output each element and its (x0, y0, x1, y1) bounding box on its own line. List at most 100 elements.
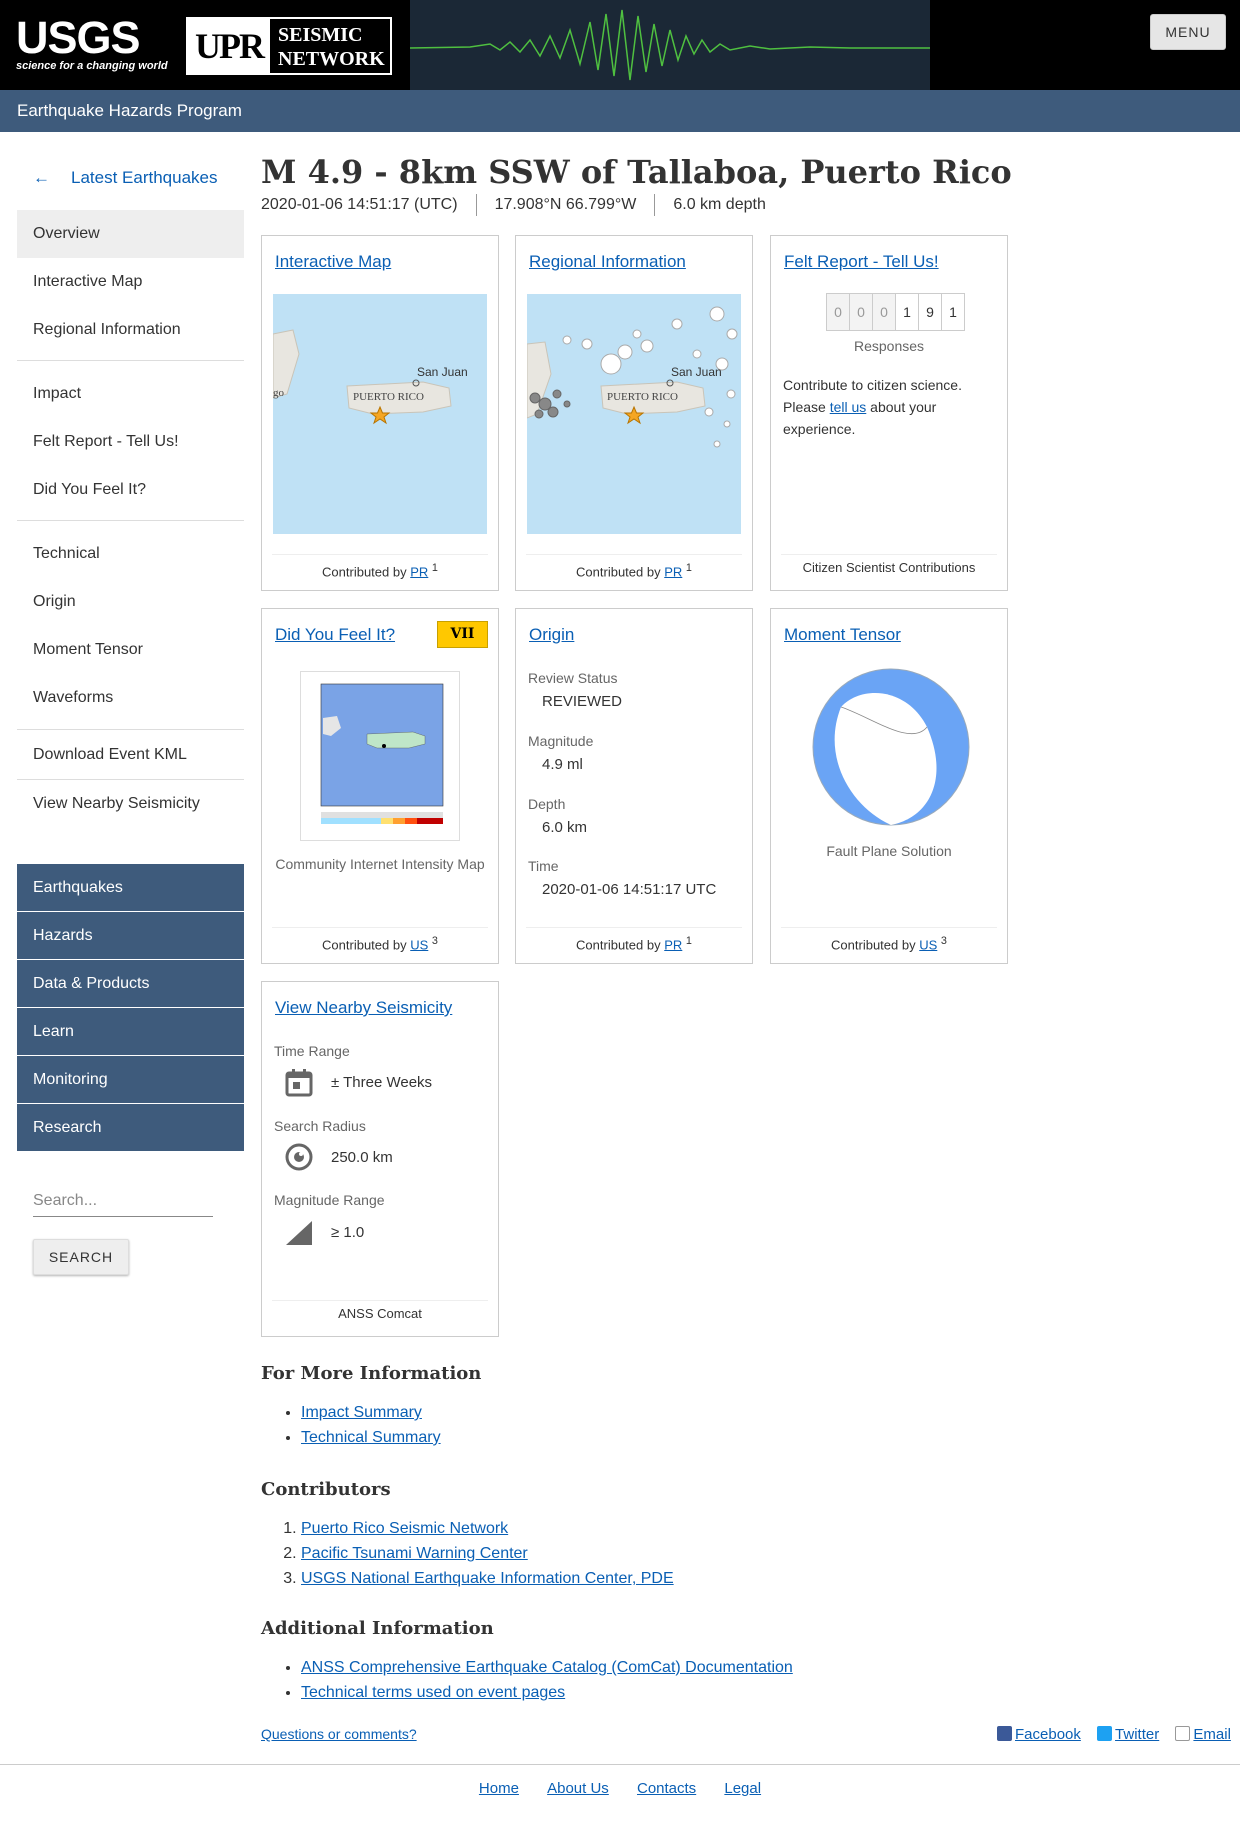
email-link[interactable]: Email (1175, 1726, 1231, 1743)
impact-summary-link[interactable]: Impact Summary (301, 1404, 422, 1421)
sidebar-item-impact[interactable]: Impact (17, 370, 244, 418)
card-title-view-nearby-seismicity[interactable]: View Nearby Seismicity (275, 997, 452, 1019)
twitter-link[interactable]: Twitter (1097, 1726, 1159, 1743)
contributor-prefix: Contributed by (322, 937, 407, 953)
card-title-regional-information[interactable]: Regional Information (529, 251, 686, 273)
sidebar-item-waveforms[interactable]: Waveforms (17, 674, 244, 722)
list-item: Technical Summary (301, 1425, 441, 1450)
program-bar: Earthquake Hazards Program (0, 90, 1240, 132)
questions-link[interactable]: Questions or comments? (261, 1726, 417, 1742)
seismic-network-line1: SEISMIC (278, 24, 363, 46)
magnitude-range-label: Magnitude Range (274, 1192, 385, 1208)
radius-target-icon (285, 1143, 313, 1171)
card-felt-report[interactable]: Felt Report - Tell Us! 0 0 0 1 9 1 Respo… (770, 235, 1008, 591)
contributor-link-pr[interactable]: PR (410, 564, 428, 579)
card-view-nearby-seismicity[interactable]: View Nearby Seismicity Time Range ± Thre… (261, 981, 499, 1337)
map-label-puerto-rico: PUERTO RICO (607, 391, 678, 403)
site-navigation: Earthquakes Hazards Data & Products Lear… (17, 864, 244, 1151)
counter-digit: 0 (849, 293, 873, 331)
card-title-moment-tensor[interactable]: Moment Tensor (784, 624, 901, 646)
contributor-link-pr[interactable]: PR (664, 937, 682, 952)
seismogram-trace-icon (410, 0, 930, 90)
contributor-link[interactable]: USGS National Earthquake Information Cen… (301, 1570, 674, 1587)
menu-button[interactable]: MENU (1150, 14, 1226, 50)
contributor-link-us[interactable]: US (919, 937, 937, 952)
seismic-network-text: SEISMIC NETWORK (278, 23, 388, 71)
sidebar-item-technical[interactable]: Technical (17, 530, 244, 578)
sidebar-item-felt-report[interactable]: Felt Report - Tell Us! (17, 418, 244, 466)
card-interactive-map[interactable]: Interactive Map San Juan PUERTO RICO go … (261, 235, 499, 591)
more-info-heading: For More Information (261, 1363, 482, 1384)
sidebar-item-view-nearby-seismicity[interactable]: View Nearby Seismicity (17, 780, 244, 828)
facebook-icon (997, 1726, 1012, 1741)
seismic-network-line2: NETWORK (278, 48, 385, 70)
contributor-link-pr[interactable]: PR (664, 564, 682, 579)
program-title[interactable]: Earthquake Hazards Program (17, 101, 242, 121)
sidebar-item-download-kml[interactable]: Download Event KML (17, 731, 244, 779)
card-moment-tensor[interactable]: Moment Tensor Fault Plane Solution Contr… (770, 608, 1008, 964)
technical-terms-link[interactable]: Technical terms used on event pages (301, 1684, 565, 1701)
twitter-label: Twitter (1115, 1726, 1160, 1743)
footer-legal-link[interactable]: Legal (724, 1780, 761, 1797)
contributor-link[interactable]: Pacific Tsunami Warning Center (301, 1545, 528, 1562)
sidebar-item-moment-tensor[interactable]: Moment Tensor (17, 626, 244, 674)
technical-summary-link[interactable]: Technical Summary (301, 1429, 441, 1446)
nav-earthquakes[interactable]: Earthquakes (17, 864, 244, 911)
nav-data-products[interactable]: Data & Products (17, 960, 244, 1007)
card-contributor: Contributed by PR 1 (272, 554, 488, 580)
footer-about-link[interactable]: About Us (547, 1780, 609, 1797)
tell-us-link[interactable]: tell us (830, 399, 867, 415)
nav-research[interactable]: Research (17, 1104, 244, 1151)
card-title-did-you-feel-it[interactable]: Did You Feel It? (275, 624, 395, 646)
puerto-rico-map-icon: San Juan PUERTO RICO go (273, 294, 487, 534)
sidebar-item-did-you-feel-it[interactable]: Did You Feel It? (17, 466, 244, 514)
event-depth: 6.0 km depth (654, 194, 784, 216)
sidebar-item-overview[interactable]: Overview (17, 210, 244, 258)
back-link-label: Latest Earthquakes (71, 168, 218, 187)
list-item: Technical terms used on event pages (301, 1680, 793, 1705)
card-contributor: Contributed by US 3 (781, 927, 997, 953)
nearby-footer: ANSS Comcat (272, 1300, 488, 1326)
community-intensity-map-thumbnail[interactable] (300, 671, 460, 841)
time-label: Time (528, 858, 559, 874)
footer-home-link[interactable]: Home (479, 1780, 519, 1797)
card-did-you-feel-it[interactable]: Did You Feel It? VII Community Internet … (261, 608, 499, 964)
card-title-interactive-map[interactable]: Interactive Map (275, 251, 391, 273)
time-range-value: ± Three Weeks (331, 1074, 433, 1091)
usgs-logo-wordmark: USGS (16, 12, 141, 63)
fault-plane-caption: Fault Plane Solution (826, 843, 952, 859)
map-label-san-juan: San Juan (417, 365, 468, 379)
interactive-map-thumbnail[interactable]: San Juan PUERTO RICO go (273, 294, 487, 534)
additional-info-list: ANSS Comprehensive Earthquake Catalog (C… (301, 1655, 793, 1705)
contributors-list: Puerto Rico Seismic Network Pacific Tsun… (301, 1516, 674, 1591)
response-counter: 0 0 0 1 9 1 (826, 293, 965, 331)
time-value: 2020-01-06 14:51:17 UTC (542, 881, 717, 898)
contributor-link-us[interactable]: US (410, 937, 428, 952)
sidebar-item-interactive-map[interactable]: Interactive Map (17, 258, 244, 306)
seismic-network-logo[interactable]: UPR SEISMIC NETWORK (186, 17, 392, 75)
card-origin[interactable]: Origin Review Status REVIEWED Magnitude … (515, 608, 753, 964)
card-title-felt-report[interactable]: Felt Report - Tell Us! (784, 251, 939, 273)
nav-learn[interactable]: Learn (17, 1008, 244, 1055)
nav-hazards[interactable]: Hazards (17, 912, 244, 959)
facebook-label: Facebook (1015, 1726, 1081, 1743)
sidebar-item-origin[interactable]: Origin (17, 578, 244, 626)
card-contributor: Contributed by PR 1 (526, 927, 742, 953)
sidebar-item-regional-information[interactable]: Regional Information (17, 306, 244, 354)
footer-contacts-link[interactable]: Contacts (637, 1780, 696, 1797)
list-item: Impact Summary (301, 1400, 441, 1425)
search-button[interactable]: SEARCH (33, 1239, 129, 1275)
comcat-docs-link[interactable]: ANSS Comprehensive Earthquake Catalog (C… (301, 1659, 793, 1676)
contributor-link[interactable]: Puerto Rico Seismic Network (301, 1520, 508, 1537)
card-title-origin[interactable]: Origin (529, 624, 574, 646)
usgs-logo[interactable]: USGS science for a changing world (16, 12, 181, 74)
card-regional-information[interactable]: Regional Information San Juan PUERTO RIC… (515, 235, 753, 591)
regional-map-thumbnail[interactable]: San Juan PUERTO RICO (527, 294, 741, 534)
facebook-link[interactable]: Facebook (997, 1726, 1081, 1743)
counter-digit: 0 (826, 293, 850, 331)
search-input[interactable]: Search... (33, 1185, 213, 1217)
back-arrow-icon: ← (33, 168, 50, 187)
back-to-latest-earthquakes[interactable]: ← Latest Earthquakes (17, 158, 244, 198)
nav-monitoring[interactable]: Monitoring (17, 1056, 244, 1103)
contributor-index: 1 (431, 562, 438, 574)
